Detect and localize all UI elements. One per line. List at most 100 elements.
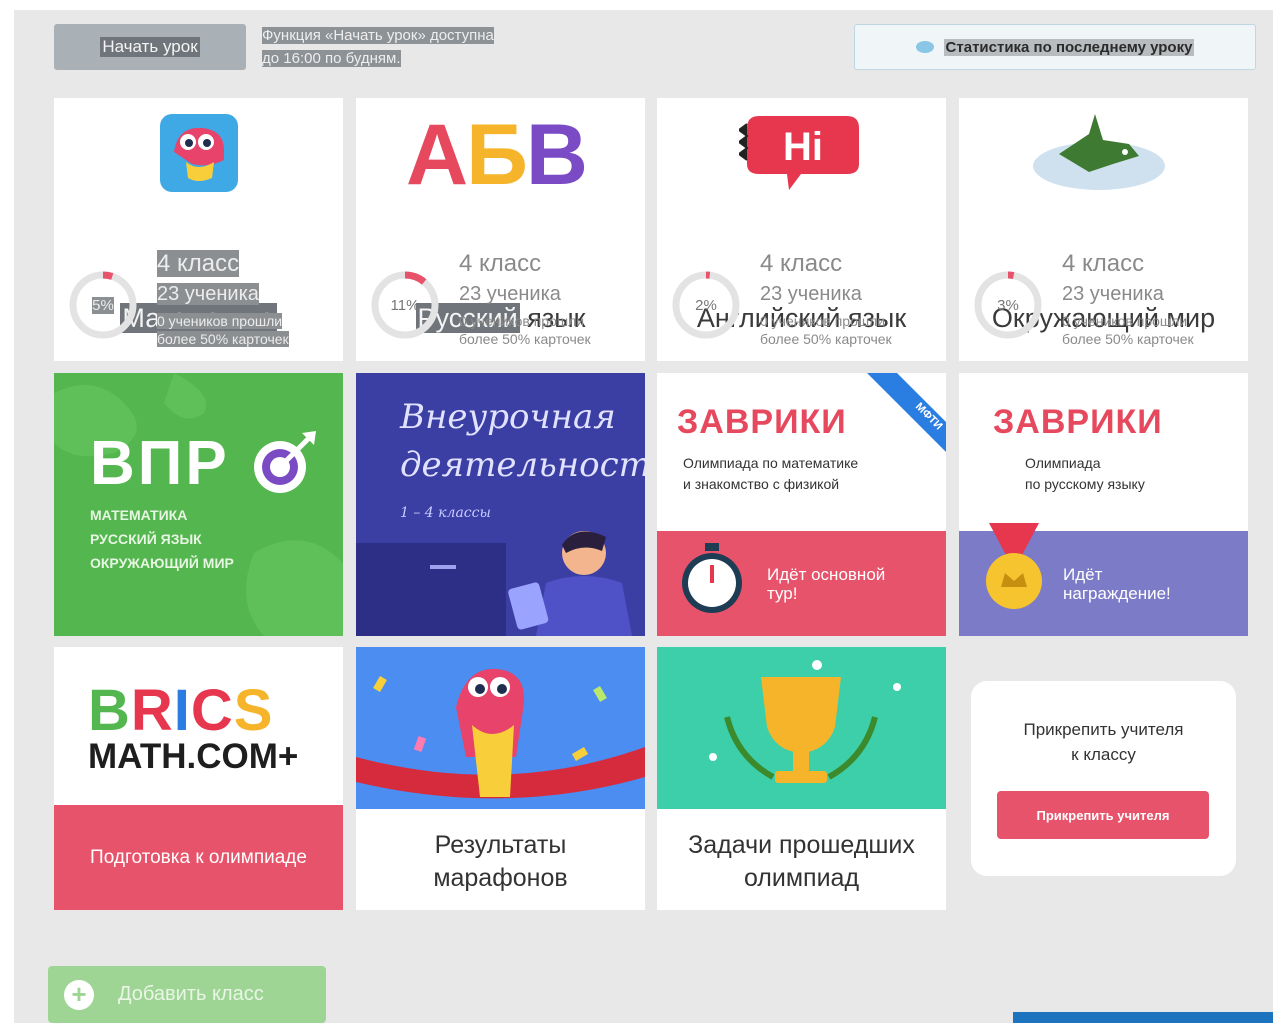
brics-letter-s: S [233, 678, 274, 743]
brics-band-text: Подготовка к олимпиаде [90, 847, 307, 868]
marathon-results-caption: Результаты марафонов [356, 829, 645, 895]
stopwatch-icon [682, 543, 742, 613]
desc-line-2: и знакомство с физикой [683, 476, 840, 492]
caption-line-2: олимпиад [743, 864, 860, 892]
students-count: 23 ученика [1062, 283, 1164, 305]
class-info: 4 класс 23 ученика 0 учеников прошли боле… [459, 248, 591, 348]
brics-letter-c: C [190, 678, 234, 743]
subject-card-russian[interactable]: АБВ Русский язык 11% 4 класс 23 ученика … [356, 98, 645, 361]
status-line-2: тур! [767, 584, 798, 603]
start-lesson-notice: Функция «Начать урок» доступна до 16:00 … [262, 24, 592, 70]
brics-letter-i: I [173, 678, 191, 743]
abv-logo: АБВ [406, 107, 588, 203]
progress-percent: 2% [695, 296, 717, 314]
subject-card-math[interactable]: Математика 5% 4 класс 23 ученика 0 учени… [54, 98, 343, 361]
status-line-1: Идёт [1063, 565, 1103, 584]
grade-label: 4 класс [760, 250, 843, 277]
students-count: 23 ученика [157, 283, 259, 305]
note-line-1: 0 учеников прошли [157, 313, 283, 329]
brics-letter-r: R [130, 678, 174, 743]
status-text: Идёт основной тур! [767, 565, 885, 603]
note-line-1: 0 учеников прошли [760, 313, 886, 329]
status-text: Идёт награждение! [1063, 565, 1171, 603]
class-info: 4 класс 23 ученика 0 учеников прошли боле… [760, 248, 892, 348]
note-line-2: более 50% карточек [157, 331, 289, 347]
vpr-card[interactable]: ВПР МАТЕМАТИКА РУССКИЙ ЯЗЫК ОКРУЖАЮЩИЙ М… [54, 373, 343, 636]
attach-teacher-card: Прикрепить учителя к классу Прикрепить у… [971, 681, 1236, 876]
caption-line-1: Результаты [434, 831, 567, 859]
desc-line-1: Олимпиада по математике [683, 455, 859, 471]
extracurricular-title-2: деятельность [400, 445, 645, 485]
past-olympiads-caption: Задачи прошедших олимпиад [657, 829, 946, 895]
last-lesson-stats-button[interactable]: Статистика по последнему уроку [854, 24, 1256, 70]
hi-logo-text: Hi [783, 125, 823, 169]
extracurricular-title-1: Внеурочная [400, 397, 616, 437]
progress-percent: 5% [68, 270, 138, 340]
brics-logo: BRICS [88, 677, 273, 744]
start-lesson-button[interactable]: Начать урок [54, 24, 246, 70]
past-olympiads-card[interactable]: Задачи прошедших олимпиад [657, 647, 946, 910]
note-line-2: более 50% карточек [1062, 331, 1194, 347]
class-info: 4 класс 23 ученика 0 учеников прошли боле… [1062, 248, 1194, 348]
subject-card-world[interactable]: Окружающий мир 3% 4 класс 23 ученика 0 у… [959, 98, 1248, 361]
extracurricular-card[interactable]: Внеурочная деятельность 1 – 4 классы [356, 373, 645, 636]
marathon-illustration [356, 647, 645, 809]
attach-text-line-1: Прикрепить учителя [1023, 720, 1184, 739]
eye-icon [915, 41, 934, 53]
extracurricular-grades: 1 – 4 классы [400, 505, 491, 521]
zavriki-logo: ЗАВРИКИ [993, 403, 1163, 441]
vpr-subject-russian: РУССКИЙ ЯЗЫК [90, 531, 202, 547]
bird-cloud-icon [1033, 114, 1165, 190]
zavriki-logo: ЗАВРИКИ [677, 403, 847, 441]
desc-line-2: по русскому языку [1025, 476, 1145, 492]
brics-domain: MATH.COM+ [88, 737, 299, 776]
status-line-1: Идёт основной [767, 565, 886, 584]
mipt-ribbon: МФТИ [867, 373, 946, 452]
progress-percent: 3% [997, 296, 1019, 314]
notice-line-1: Функция «Начать урок» доступна [262, 27, 494, 44]
note-line-2: более 50% карточек [760, 331, 892, 347]
hi-logo-icon: Hi [739, 116, 859, 190]
attach-teacher-text: Прикрепить учителя к классу [971, 717, 1236, 767]
grade-label: 4 класс [1062, 250, 1145, 277]
progress-percent-text: 5% [92, 296, 114, 314]
zavriki-description: Олимпиада по русскому языку [1025, 453, 1145, 495]
caption-line-2: марафонов [433, 864, 568, 892]
add-class-button[interactable]: + Добавить класс [48, 966, 326, 1023]
attach-text-line-2: к классу [1071, 745, 1136, 764]
dino-math-icon [160, 114, 238, 192]
note-line-1: 0 учеников прошли [459, 313, 585, 329]
target-icon [254, 431, 316, 493]
brics-letter-b: B [88, 678, 131, 743]
vpr-title: ВПР [90, 429, 230, 498]
grade-label: 4 класс [459, 250, 542, 277]
progress-percent: 11% [390, 296, 420, 314]
vpr-subjects: МАТЕМАТИКА РУССКИЙ ЯЗЫК ОКРУЖАЮЩИЙ МИР [90, 503, 234, 575]
students-count: 23 ученика [459, 283, 561, 305]
stats-label: Статистика по последнему уроку [943, 38, 1195, 56]
brics-math-card[interactable]: BRICS MATH.COM+ Подготовка к олимпиаде [54, 647, 343, 910]
trophy-illustration [657, 647, 946, 809]
grade-label: 4 класс [157, 250, 240, 277]
note-line-2: более 50% карточек [459, 331, 591, 347]
zavriki-russian-card[interactable]: ЗАВРИКИ Олимпиада по русскому языку Идёт… [959, 373, 1248, 636]
vpr-subject-world: ОКРУЖАЮЩИЙ МИР [90, 555, 234, 571]
subject-card-english[interactable]: Hi Английский язык 2% 4 класс 23 ученика… [657, 98, 946, 361]
status-line-2: награждение! [1063, 584, 1171, 603]
zavriki-math-card[interactable]: МФТИ ЗАВРИКИ Олимпиада по математике и з… [657, 373, 946, 636]
attach-teacher-button[interactable]: Прикрепить учителя [997, 791, 1209, 839]
students-count: 23 ученика [760, 283, 862, 305]
notice-line-2: до 16:00 по будням. [262, 50, 401, 67]
zavriki-description: Олимпиада по математике и знакомство с ф… [683, 453, 858, 495]
add-class-label: Добавить класс [118, 983, 264, 1005]
student-illustration [356, 531, 632, 636]
caption-line-1: Задачи прошедших [688, 831, 915, 859]
note-line-1: 0 учеников прошли [1062, 313, 1188, 329]
class-info: 4 класс 23 ученика 0 учеников прошли боле… [157, 248, 289, 348]
plus-icon: + [64, 979, 94, 1010]
desc-line-1: Олимпиада [1025, 455, 1101, 471]
medal-icon [986, 523, 1042, 609]
corner-decoration [1013, 1012, 1273, 1023]
vpr-subject-math: МАТЕМАТИКА [90, 507, 188, 523]
marathon-results-card[interactable]: Результаты марафонов [356, 647, 645, 910]
